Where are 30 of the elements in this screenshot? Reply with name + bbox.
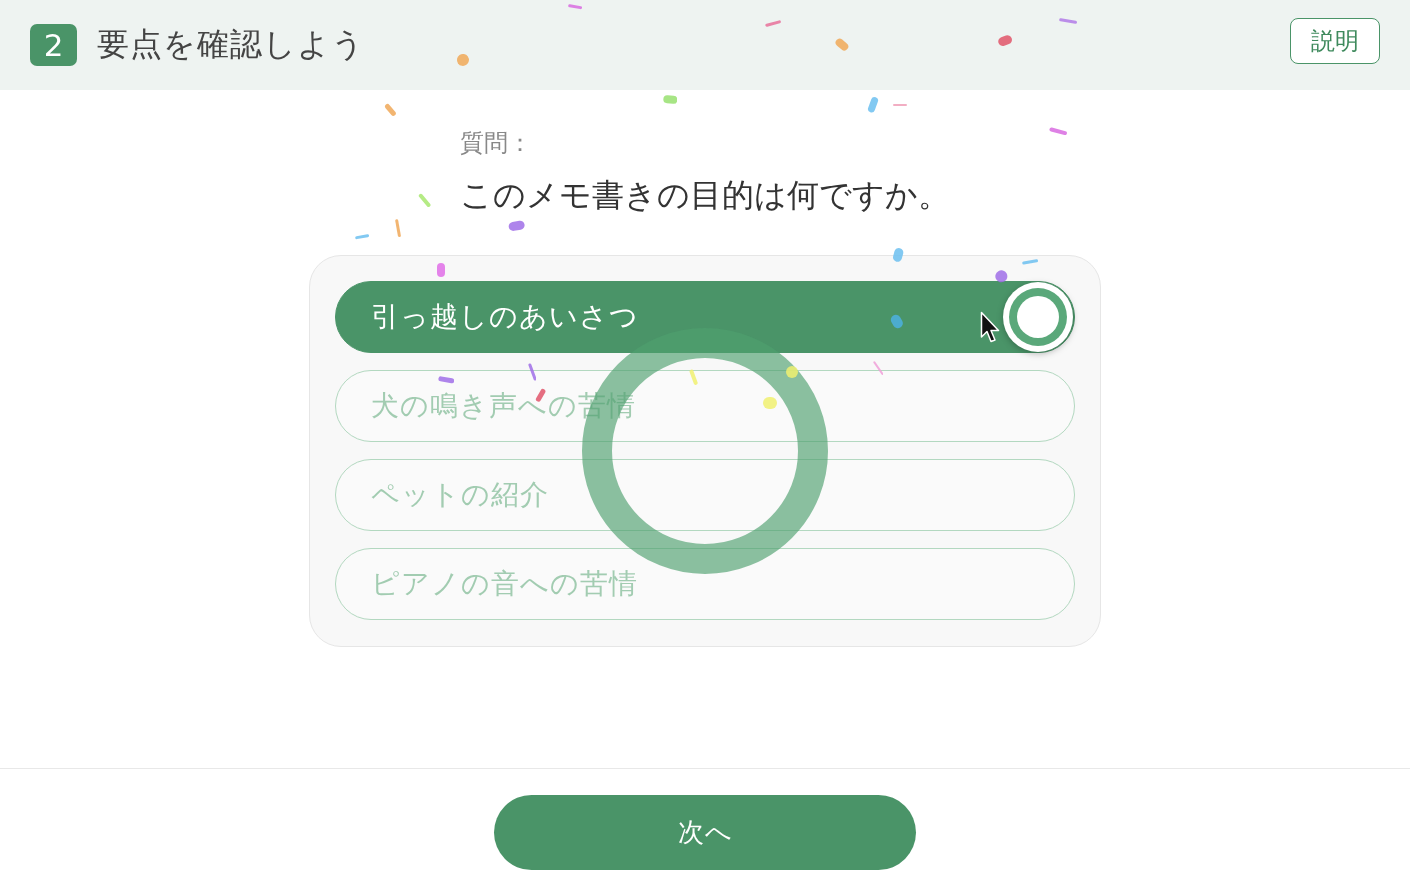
confetti-piece-icon [993, 268, 1009, 284]
confetti-piece-icon [567, 4, 583, 10]
answer-option[interactable]: 引っ越しのあいさつ [335, 281, 1075, 353]
confetti-piece-icon [689, 368, 699, 386]
confetti-piece-icon [891, 247, 905, 263]
confetti-piece-icon [764, 20, 782, 28]
explanation-button[interactable]: 説明 [1290, 18, 1380, 64]
confetti-piece-icon [1058, 17, 1078, 25]
confetti-piece-icon [996, 34, 1014, 48]
confetti-piece-icon [394, 218, 402, 238]
selected-circle-icon [1002, 281, 1074, 353]
confetti-piece-icon [834, 37, 850, 53]
question-text: このメモ書きの目的は何ですか。 [460, 176, 950, 214]
step-number: 2 [30, 24, 77, 66]
confetti-piece-icon [508, 220, 526, 232]
mouse-pointer-icon [980, 311, 1001, 344]
confetti-piece-icon [383, 103, 397, 117]
confetti-piece-icon [437, 263, 445, 277]
next-button[interactable]: 次へ [494, 795, 916, 870]
confetti-piece-icon [662, 95, 678, 105]
confetti-piece-icon [527, 363, 537, 381]
confetti-piece-icon [1048, 126, 1068, 136]
confetti-piece-icon [1021, 259, 1039, 265]
confetti-piece-icon [456, 53, 470, 67]
confetti-piece-icon [437, 376, 455, 384]
confetti-piece-icon [535, 387, 547, 403]
question-label: 質問： [460, 128, 532, 158]
confetti-piece-icon [354, 234, 370, 240]
confetti-piece-icon [866, 96, 879, 114]
page-title: 要点を確認しよう [97, 24, 365, 65]
